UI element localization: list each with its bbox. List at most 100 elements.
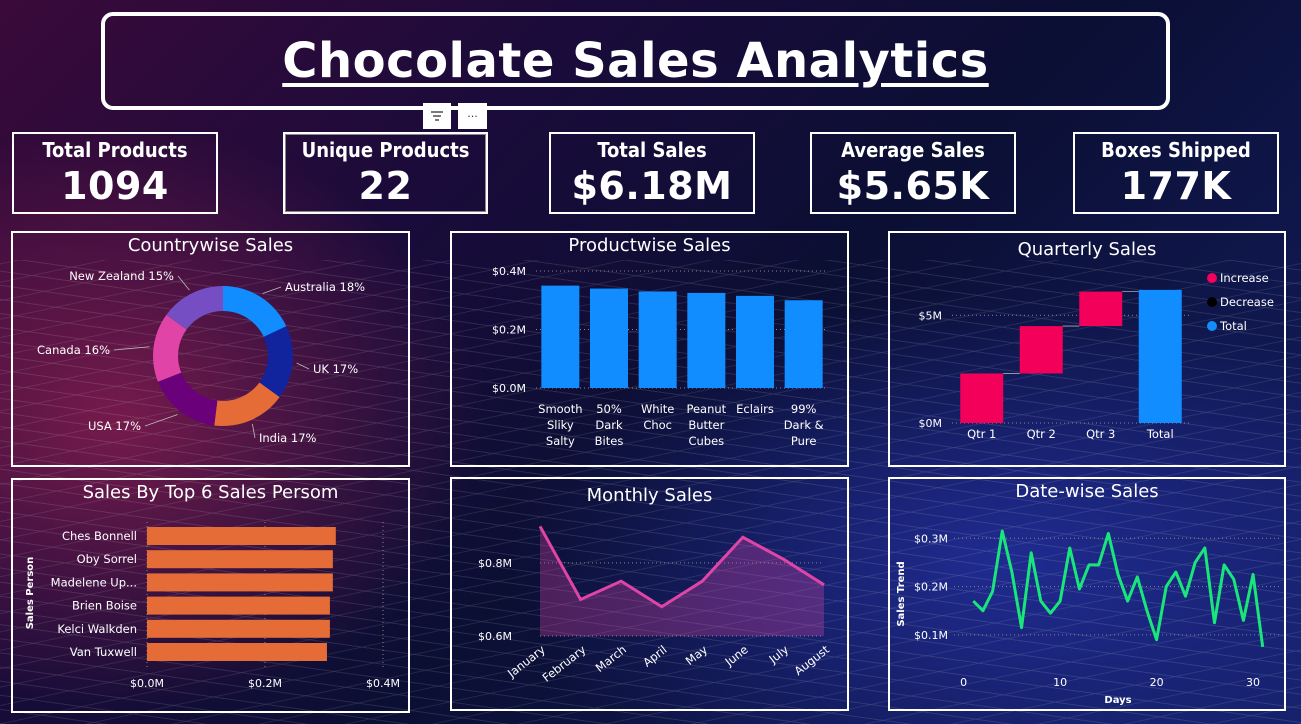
- dashboard-title: Chocolate Sales Analytics: [282, 33, 989, 89]
- x-tick-label: April: [640, 642, 669, 669]
- slice-label: USA 17%: [88, 419, 141, 433]
- area-fill: [540, 526, 824, 636]
- kpi-value: 1094: [61, 164, 169, 208]
- legend-marker: [1207, 273, 1217, 283]
- x-tick-label: Sliky: [547, 418, 574, 432]
- leader-line: [251, 423, 256, 439]
- x-tick-label: 30: [1246, 676, 1260, 689]
- kpi-label: Total Sales: [597, 138, 707, 162]
- legend-marker: [1207, 321, 1217, 331]
- x-tick-label: Qtr 3: [1086, 427, 1115, 441]
- kpi-value: 22: [358, 164, 413, 208]
- bar: [687, 292, 726, 388]
- bar: [590, 288, 628, 388]
- y-tick-label: $0.2M: [492, 324, 526, 337]
- bar: [147, 596, 330, 615]
- bar: [638, 291, 677, 388]
- y-tick-label: Oby Sorrel: [77, 552, 137, 566]
- x-tick-label: $0.2M: [248, 677, 282, 690]
- x-tick-label: 0: [960, 676, 967, 689]
- quarterly-panel[interactable]: Quarterly Sales $0M $5M Qtr 1 Qtr 2 Qtr 3 Tot…: [888, 231, 1286, 467]
- kpi-value: 177K: [1120, 164, 1232, 208]
- countrywise-panel[interactable]: Countrywise Sales Australia 18% UK 17% Ind…: [11, 231, 410, 467]
- slice-label: UK 17%: [313, 362, 358, 376]
- leader-line: [177, 275, 190, 291]
- y-tick-label: Ches Bonnell: [62, 529, 137, 543]
- x-tick-label: Pure: [791, 434, 817, 448]
- y-tick-label: $0.2M: [914, 581, 948, 594]
- slice-label: New Zealand 15%: [69, 269, 174, 283]
- x-tick-label: 50%: [596, 402, 622, 416]
- x-tick-label: $0.4M: [366, 677, 400, 690]
- y-tick-label: $5M: [919, 309, 943, 322]
- leader-line: [144, 414, 178, 427]
- x-tick-label: Salty: [546, 434, 575, 448]
- y-tick-label: $0.6M: [478, 630, 512, 643]
- y-tick-label: $0.4M: [492, 265, 526, 278]
- x-tick-label: 99%: [791, 402, 817, 416]
- kpi-value: $5.65K: [836, 164, 990, 208]
- productwise-chart: $0.0M $0.2M $0.4M Smooth Sliky Salty 50% Dark Bi…: [492, 265, 828, 448]
- x-tick-label: 20: [1150, 676, 1164, 689]
- leader-line: [296, 362, 310, 370]
- slice-label: India 17%: [259, 431, 317, 445]
- countrywise-chart: Australia 18% UK 17% India 17% USA 17% Canad…: [37, 269, 365, 445]
- x-tick-label: $0.0M: [130, 677, 164, 690]
- datewise-panel[interactable]: Date-wise Sales $0.1M $0.2M $0.3M 0 10 20 30 Da…: [888, 477, 1286, 711]
- legend-label: Total: [1219, 319, 1247, 333]
- y-tick-label: $0.1M: [914, 629, 948, 642]
- monthly-panel[interactable]: Monthly Sales $0.6M $0.8M January February M…: [450, 477, 849, 711]
- x-tick-label: Smooth: [538, 402, 582, 416]
- x-tick-label: Qtr 2: [1027, 427, 1056, 441]
- y-axis-title: Sales Person: [25, 557, 36, 630]
- y-tick-label: Madelene Up...: [51, 575, 137, 589]
- y-tick-label: $0.3M: [914, 532, 948, 545]
- salesperson-panel[interactable]: Sales By Top 6 Sales Persom $0.0M $0.2M $0…: [11, 478, 410, 713]
- productwise-panel[interactable]: Productwise Sales $0.0M $0.2M $0.4M Smooth S…: [450, 231, 849, 467]
- more-options-button[interactable]: ···: [458, 103, 487, 129]
- leader-line: [262, 286, 282, 294]
- y-tick-label: $0.0M: [492, 382, 526, 395]
- kpi-average-sales: Average Sales $5.65K: [810, 132, 1016, 214]
- bar: [541, 285, 580, 388]
- series-line: [972, 529, 1265, 648]
- bar: [147, 550, 333, 569]
- x-tick-label: Butter: [688, 418, 724, 432]
- bar: [784, 300, 823, 388]
- x-tick-label: Qtr 1: [967, 427, 996, 441]
- y-tick-label: Van Tuxwell: [70, 645, 137, 659]
- y-tick-label: Kelci Walkden: [57, 622, 137, 636]
- filter-icon: [431, 111, 443, 121]
- x-tick-label: May: [683, 642, 711, 668]
- bar: [736, 295, 774, 388]
- x-tick-label: Peanut: [686, 402, 726, 416]
- bar: [1079, 291, 1123, 327]
- quarterly-chart: $0M $5M Qtr 1 Qtr 2 Qtr 3 Total Increase Decrea…: [919, 271, 1274, 441]
- x-tick-label: March: [593, 642, 629, 675]
- leader-line: [113, 346, 150, 351]
- x-tick-label: White: [641, 402, 674, 416]
- legend-marker: [1207, 297, 1217, 307]
- y-tick-label: $0.8M: [478, 557, 512, 570]
- kpi-label: Boxes Shipped: [1101, 138, 1251, 162]
- slice-label: Canada 16%: [37, 343, 110, 357]
- title-banner: Chocolate Sales Analytics: [101, 12, 1170, 110]
- y-tick-label: Brien Boise: [72, 599, 137, 613]
- kpi-total-products: Total Products 1094: [12, 132, 218, 214]
- bar: [147, 573, 333, 592]
- kpi-unique-products[interactable]: Unique Products 22: [283, 132, 488, 214]
- filter-button[interactable]: [423, 103, 451, 129]
- x-tick-label: Dark &: [784, 418, 824, 432]
- x-tick-label: 10: [1053, 676, 1067, 689]
- salesperson-chart: $0.0M $0.2M $0.4M Ches Bonnell Oby Sorrel Mad…: [25, 522, 400, 690]
- kpi-label: Total Products: [42, 138, 188, 162]
- bar: [147, 643, 327, 661]
- kpi-value: $6.18M: [571, 164, 733, 208]
- x-axis-title: Days: [1104, 695, 1131, 706]
- kpi-total-sales: Total Sales $6.18M: [549, 132, 755, 214]
- y-axis-title: Sales Trend: [896, 561, 907, 626]
- kpi-boxes-shipped: Boxes Shipped 177K: [1073, 132, 1279, 214]
- bar: [1138, 289, 1182, 423]
- x-tick-label: Eclairs: [736, 402, 774, 416]
- donut-slice: [223, 286, 287, 337]
